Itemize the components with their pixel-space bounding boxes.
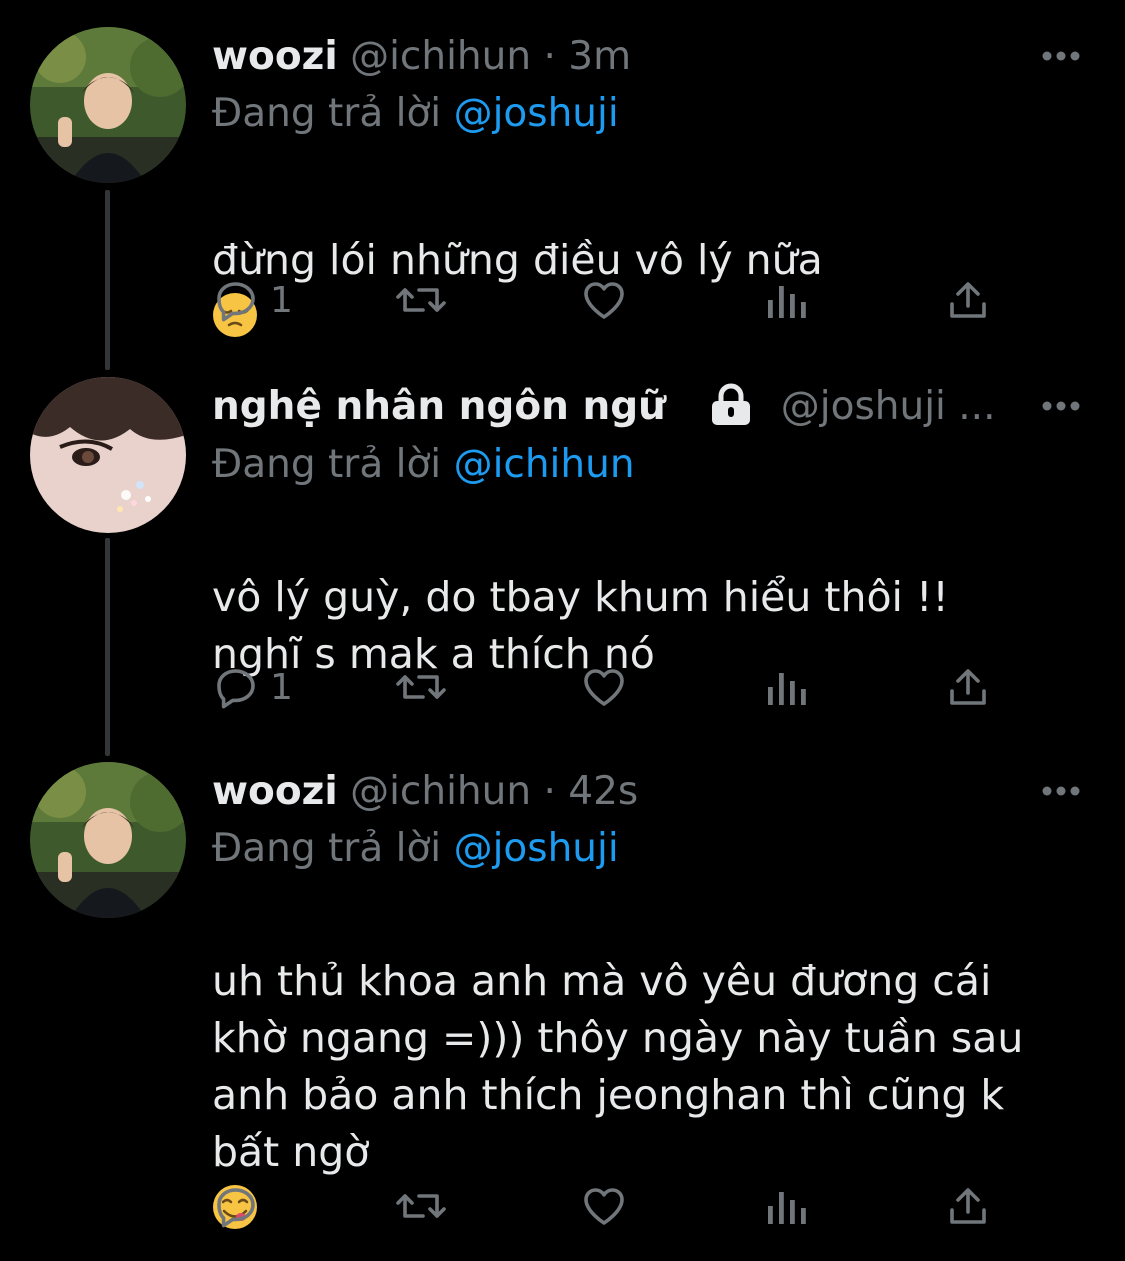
tweet-header: nghệ nhân ngôn ngữ @joshuji ... (212, 381, 995, 433)
more-icon[interactable] (1041, 400, 1081, 412)
display-name[interactable]: nghệ nhân ngôn ngữ (212, 384, 666, 429)
heart-icon (584, 669, 624, 706)
replying-to-line: Đang trả lời @ichihun (212, 439, 635, 491)
user-handle[interactable]: @ichihun (350, 34, 531, 79)
tweet-actions: 1 (212, 275, 1012, 325)
reply-icon (217, 1188, 255, 1228)
tweet-text: uh thủ khoa anh mà vô yêu đương cái khờ … (212, 957, 1024, 1176)
analytics-icon (768, 1192, 806, 1224)
mention-link[interactable]: @joshuji (454, 826, 619, 871)
analytics-button[interactable] (764, 662, 808, 712)
heart-icon (584, 282, 624, 319)
avatar-woozi-image (30, 27, 186, 183)
tweet-body: vô lý guỳ, do tbay khum hiểu thôi !! ngh… (212, 512, 1092, 683)
replying-to-label: Đang trả lời (212, 826, 442, 871)
like-button[interactable] (580, 275, 628, 325)
separator-dot: · (543, 769, 556, 814)
analytics-button[interactable] (764, 1181, 808, 1231)
tweet[interactable]: woozi @ichihun · 3m Đang trả lời @joshuj… (0, 0, 1125, 360)
avatar[interactable] (30, 762, 186, 918)
retweet-icon (396, 675, 446, 699)
display-name[interactable]: woozi (212, 769, 338, 814)
avatar-joshuji-image (30, 377, 186, 533)
timestamp[interactable]: 3m (568, 34, 631, 79)
tweet-header: woozi @ichihun · 42s (212, 766, 638, 818)
reply-count: 1 (270, 666, 293, 708)
replying-to-line: Đang trả lời @joshuji (212, 823, 619, 875)
replying-to-line: Đang trả lời @joshuji (212, 88, 619, 140)
mention-link[interactable]: @ichihun (454, 442, 635, 487)
share-button[interactable] (944, 1181, 992, 1231)
timestamp[interactable]: 42s (568, 769, 638, 814)
retweet-icon (396, 288, 446, 312)
retweet-button[interactable] (395, 275, 447, 325)
replying-to-label: Đang trả lời (212, 91, 442, 136)
more-icon[interactable] (1041, 50, 1081, 62)
avatar[interactable] (30, 377, 186, 533)
avatar-woozi-image (30, 762, 186, 918)
user-handle[interactable]: @ichihun (350, 769, 531, 814)
tweet-header: woozi @ichihun · 3m (212, 31, 631, 83)
share-icon (950, 669, 986, 705)
analytics-icon (768, 286, 806, 318)
mention-link[interactable]: @joshuji (454, 91, 619, 136)
conversation-thread: woozi @ichihun · 3m Đang trả lời @joshuj… (0, 0, 1125, 1261)
avatar[interactable] (30, 27, 186, 183)
tweet[interactable]: nghệ nhân ngôn ngữ @joshuji ... Đang trả… (0, 360, 1125, 750)
share-button[interactable] (944, 662, 992, 712)
retweet-button[interactable] (395, 662, 447, 712)
tweet-actions: 1 (212, 662, 1012, 712)
reply-button[interactable]: 1 (212, 662, 293, 712)
more-icon[interactable] (1041, 785, 1081, 797)
reply-button[interactable]: 1 (212, 275, 293, 325)
analytics-button[interactable] (764, 275, 808, 325)
reply-button[interactable] (212, 1181, 270, 1231)
separator-dot: · (543, 34, 556, 79)
heart-icon (584, 1188, 624, 1225)
reply-count: 1 (270, 279, 293, 321)
share-icon (950, 282, 986, 318)
reply-icon (217, 669, 255, 709)
retweet-icon (396, 1194, 446, 1218)
retweet-button[interactable] (395, 1181, 447, 1231)
tweet-actions (212, 1181, 1012, 1231)
lock-icon (712, 383, 751, 425)
tweet[interactable]: woozi @ichihun · 42s Đang trả lời @joshu… (0, 750, 1125, 1250)
reply-icon (217, 282, 255, 322)
share-icon (950, 1188, 986, 1224)
share-button[interactable] (944, 275, 992, 325)
display-name[interactable]: woozi (212, 34, 338, 79)
like-button[interactable] (580, 1181, 628, 1231)
like-button[interactable] (580, 662, 628, 712)
replying-to-label: Đang trả lời (212, 442, 442, 487)
user-handle[interactable]: @joshuji ... (781, 384, 996, 429)
analytics-icon (768, 673, 806, 705)
